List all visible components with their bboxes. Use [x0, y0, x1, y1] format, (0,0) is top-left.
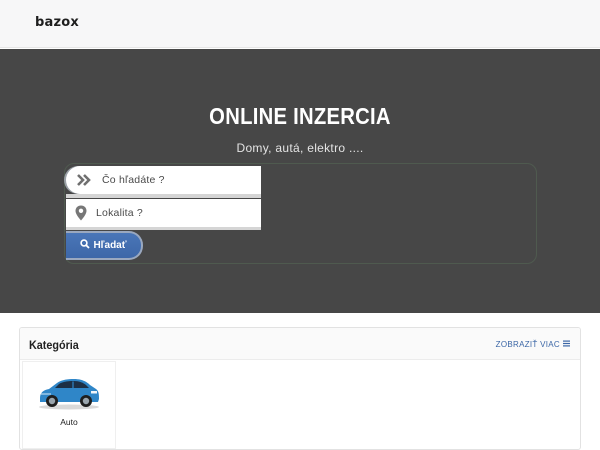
- field-divider: [66, 194, 261, 198]
- show-more-label: ZOBRAZIŤ VIAC: [495, 340, 560, 349]
- search-location-field[interactable]: Lokalita ?: [66, 199, 261, 227]
- search-location-placeholder: Lokalita ?: [96, 207, 143, 219]
- search-icon: [80, 239, 91, 252]
- search-button[interactable]: Hľadať: [66, 231, 143, 260]
- top-navbar: bazox: [0, 0, 600, 48]
- category-item-auto[interactable]: Auto: [22, 361, 116, 449]
- categories-card: Kategória ZOBRAZIŤ VIAC Auto: [19, 327, 581, 450]
- show-more-link[interactable]: ZOBRAZIŤ VIAC: [496, 340, 570, 349]
- category-label: Auto: [60, 417, 78, 427]
- map-pin-icon: [66, 205, 96, 221]
- hero-title: ONLINE INZERCIA: [209, 103, 391, 129]
- field-divider: [66, 227, 261, 230]
- menu-icon: [563, 340, 570, 349]
- search-what-field[interactable]: Čo hľadáte ?: [66, 166, 261, 194]
- search-button-label: Hľadať: [93, 240, 127, 251]
- site-logo[interactable]: bazox: [35, 15, 79, 30]
- double-chevron-right-icon: [66, 174, 102, 186]
- categories-header: Kategória ZOBRAZIŤ VIAC: [20, 328, 580, 360]
- search-what-placeholder: Čo hľadáte ?: [102, 174, 165, 186]
- car-image: [39, 379, 99, 410]
- hero-subtitle: Domy, autá, elektro ....: [236, 141, 364, 155]
- categories-title: Kategória: [29, 338, 79, 352]
